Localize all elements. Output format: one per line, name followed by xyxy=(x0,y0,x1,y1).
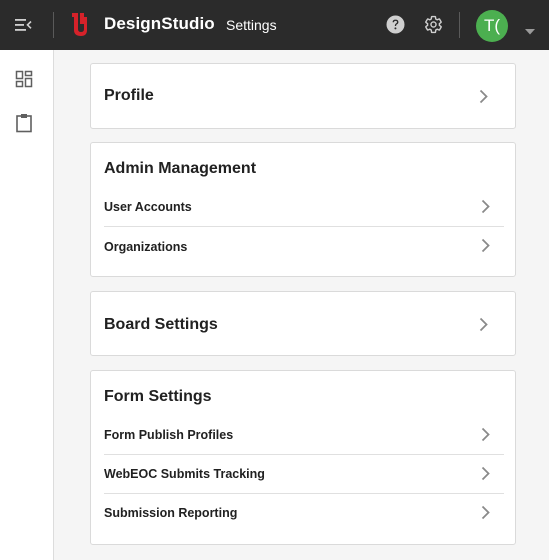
row-label: User Accounts xyxy=(104,200,192,214)
form-publish-profiles-row[interactable]: Form Publish Profiles xyxy=(104,415,504,455)
organizations-row[interactable]: Organizations xyxy=(104,226,504,266)
profile-card: Profile xyxy=(90,63,516,129)
webeoc-submits-tracking-row[interactable]: WebEOC Submits Tracking xyxy=(104,454,504,494)
admin-management-title: Admin Management xyxy=(104,160,257,177)
header-divider xyxy=(459,12,460,38)
form-settings-card: Form Settings Form Publish Profiles WebE… xyxy=(90,370,516,545)
app-name[interactable]: DesignStudio xyxy=(104,14,215,34)
settings-gear-icon[interactable] xyxy=(424,15,443,34)
side-nav xyxy=(0,50,54,560)
form-settings-title: Form Settings xyxy=(104,388,212,405)
chevron-right-icon xyxy=(481,427,490,442)
row-label: Organizations xyxy=(104,240,188,254)
row-label: Submission Reporting xyxy=(104,506,238,520)
help-icon[interactable] xyxy=(386,15,405,34)
board-settings-title: Board Settings xyxy=(104,316,218,333)
profile-title: Profile xyxy=(104,87,154,104)
chevron-down-icon[interactable] xyxy=(525,22,535,35)
chevron-right-icon xyxy=(479,89,488,104)
admin-management-card: Admin Management User Accounts Organizat… xyxy=(90,142,516,277)
row-label: Form Publish Profiles xyxy=(104,428,234,442)
chevron-right-icon xyxy=(481,199,490,214)
row-label: WebEOC Submits Tracking xyxy=(104,467,265,481)
chevron-right-icon xyxy=(481,238,490,253)
submission-reporting-row[interactable]: Submission Reporting xyxy=(104,493,504,533)
brand-logo-icon xyxy=(70,12,88,37)
chevron-right-icon xyxy=(481,505,490,520)
clipboard-icon[interactable] xyxy=(15,113,33,133)
dashboard-icon[interactable] xyxy=(15,70,33,88)
chevron-right-icon xyxy=(479,317,488,332)
page-title: Settings xyxy=(226,17,277,33)
user-accounts-row[interactable]: User Accounts xyxy=(104,187,504,227)
user-avatar[interactable]: T( xyxy=(476,10,508,42)
top-bar: DesignStudio Settings T( xyxy=(0,0,549,50)
menu-collapse-icon[interactable] xyxy=(12,15,34,35)
board-settings-card: Board Settings xyxy=(90,291,516,356)
profile-link[interactable] xyxy=(91,64,515,128)
chevron-right-icon xyxy=(481,466,490,481)
header-divider xyxy=(53,12,54,38)
